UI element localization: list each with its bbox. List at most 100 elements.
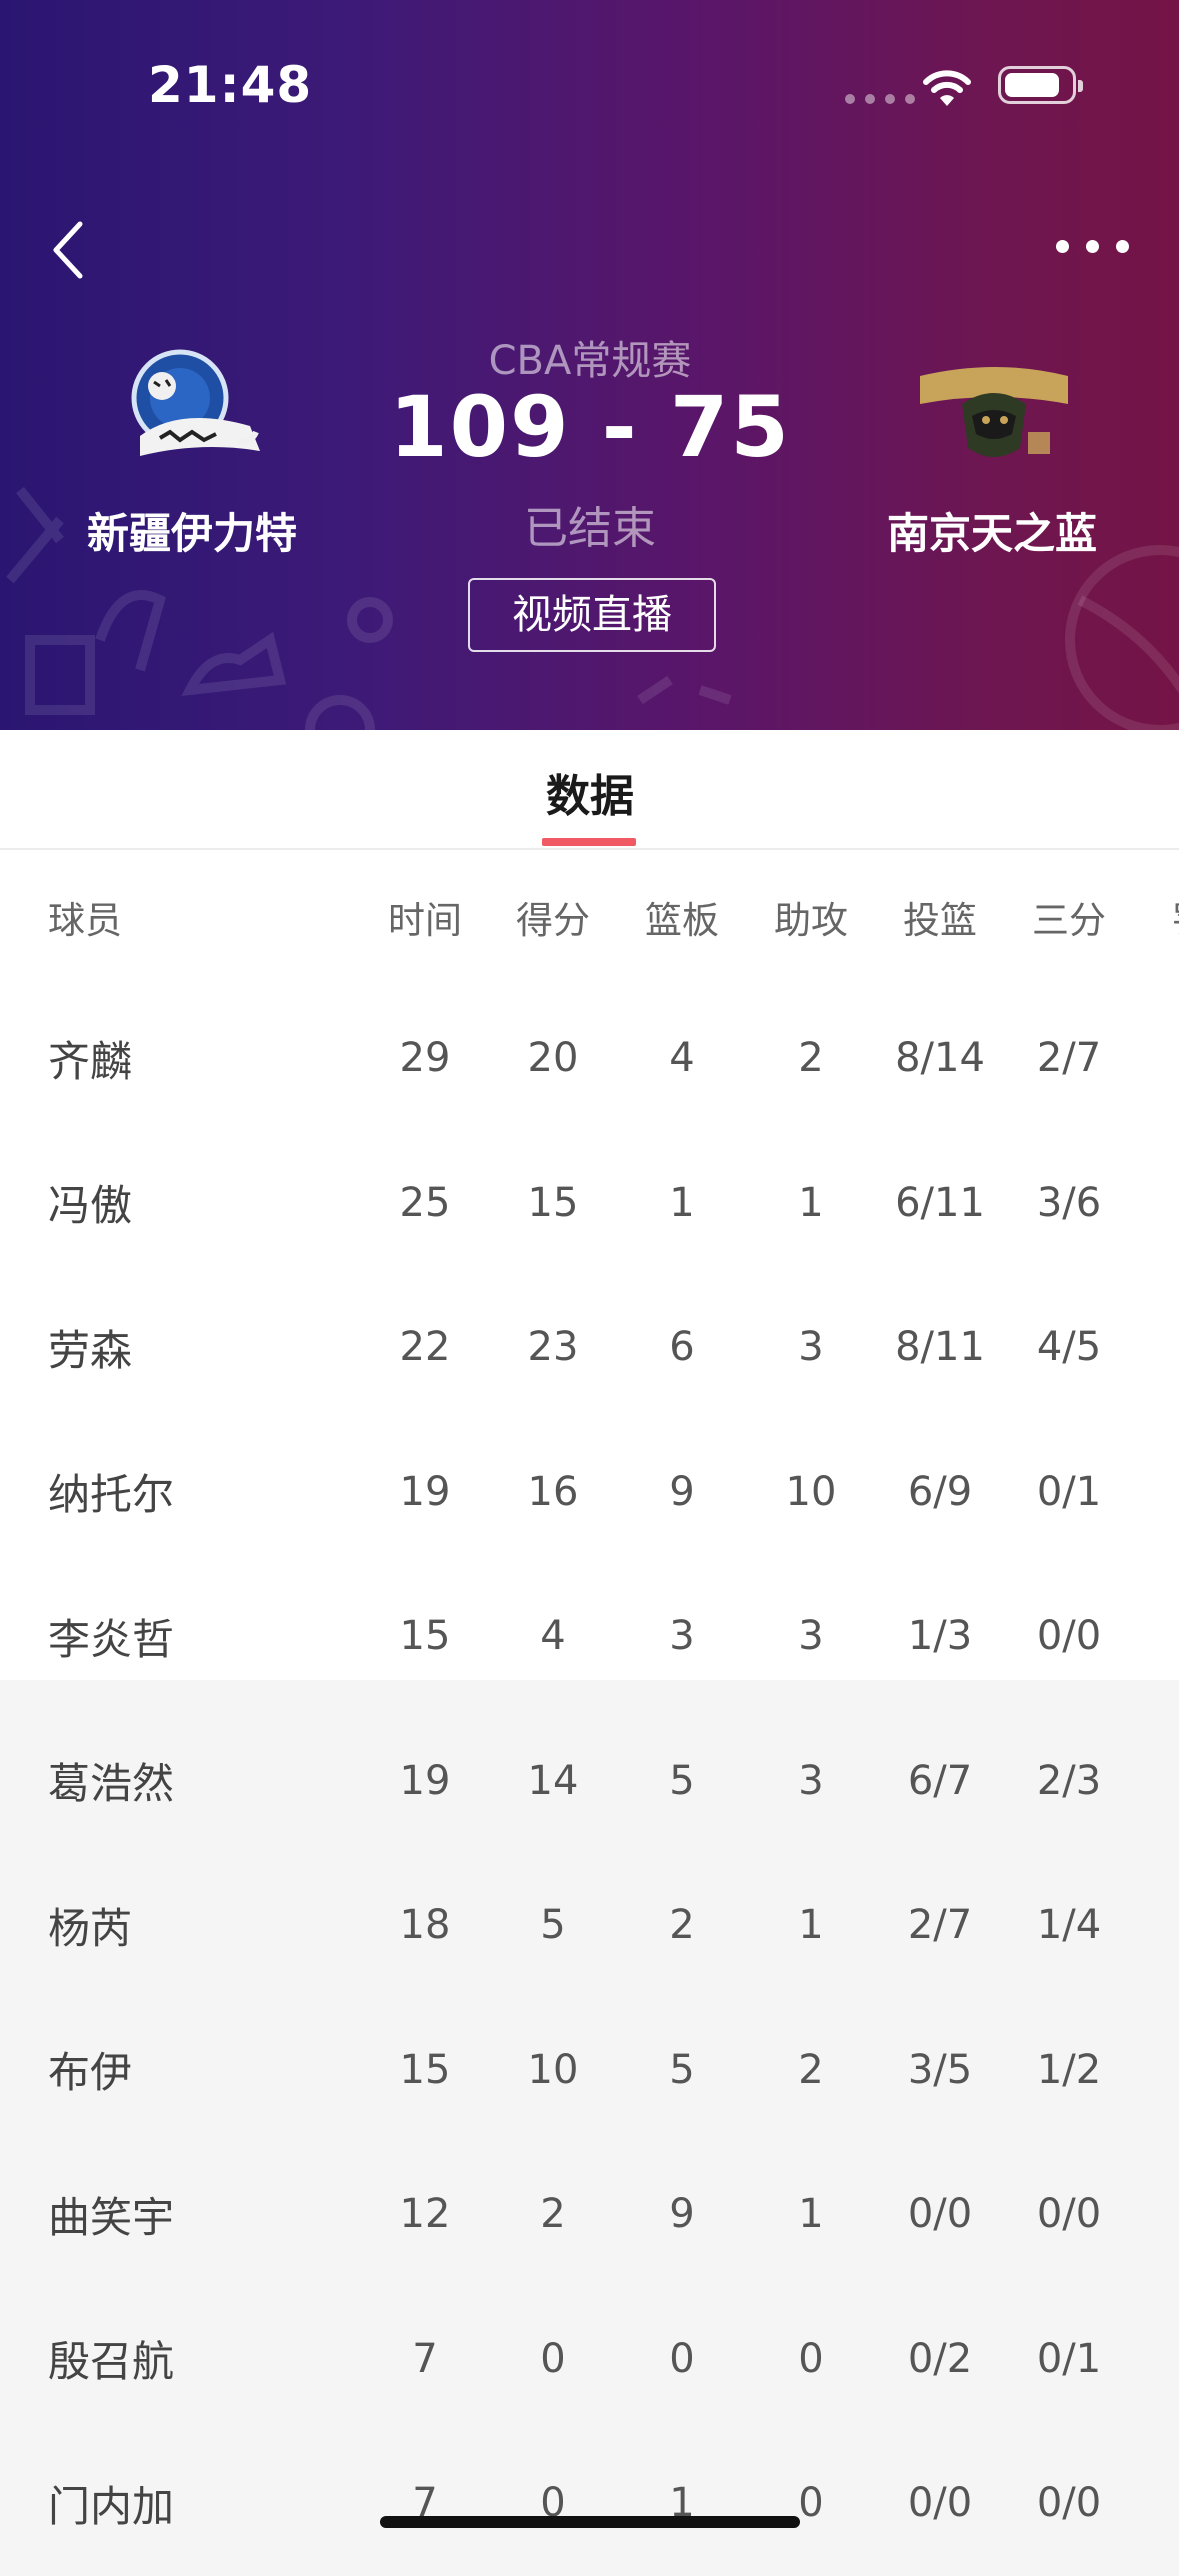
stat-cell: 0: [669, 2335, 695, 2382]
status-time: 21:48: [148, 56, 313, 114]
player-name: 葛浩然: [48, 1759, 175, 1809]
table-row: 纳托尔 19 16 9 10 6/9 0/1 4: [0, 1420, 1179, 1565]
stat-cell: 3: [798, 1324, 824, 1371]
stat-cell: 1: [798, 1902, 824, 1949]
stat-cell: 1/3: [907, 1613, 973, 1660]
stat-cell: 3: [669, 1613, 695, 1660]
column-header: 篮板: [645, 899, 719, 942]
stat-cell: 0/0: [1036, 1613, 1102, 1660]
away-team-name: 南京天之蓝: [886, 509, 1097, 558]
player-name: 冯傲: [48, 1181, 133, 1231]
stat-cell: 2: [1130, 1564, 1179, 1709]
column-header: 得分: [516, 899, 590, 942]
stat-cell: 12: [399, 2191, 451, 2238]
stat-cell: 0: [540, 2335, 566, 2382]
stat-cell: 10: [527, 2046, 579, 2093]
stat-cell: 0: [1130, 1131, 1179, 1276]
stat-cell: 2: [669, 1902, 695, 1949]
stat-cell: 2/7: [907, 1902, 973, 1949]
stat-cell: 25: [399, 1179, 451, 1226]
stat-cell: 7: [412, 2335, 438, 2382]
stat-cell: 6/11: [895, 1179, 985, 1226]
player-name: 布伊: [48, 2048, 133, 2098]
battery-icon: [998, 66, 1083, 104]
player-name: 曲笑宇: [48, 2192, 175, 2242]
table-header-row: 球员 时间 得分 篮板 助攻 投篮 三分罚: [0, 848, 1179, 986]
stat-cell: 2: [1130, 986, 1179, 1131]
cellular-signal-icon: [845, 94, 915, 104]
tab-bar: 数据: [0, 730, 1179, 850]
home-team-name: 新疆伊力特: [86, 509, 297, 558]
stat-cell: 0/0: [1036, 2480, 1102, 2527]
match-header: 21:48 新疆伊力特 南京天之蓝 CBA常规赛 109 - 75 已结束 视频…: [0, 0, 1179, 730]
player-stats-table: 球员时间得分篮板助攻投篮三分罚齐麟2920428/142/72冯傲2515116…: [0, 848, 1179, 2576]
stat-cell: 6/7: [907, 1757, 973, 1804]
stat-cell: 3: [1130, 1998, 1179, 2143]
stat-cell: 4: [1130, 1420, 1179, 1565]
stat-cell: 1: [669, 1179, 695, 1226]
live-video-button[interactable]: 视频直播: [468, 578, 716, 652]
stat-cell: 6/9: [907, 1468, 973, 1515]
stat-cell: 5: [669, 1757, 695, 1804]
stat-cell: 3/6: [1036, 1179, 1102, 1226]
player-name: 杨芮: [48, 1903, 133, 1953]
stat-cell: 19: [399, 1757, 451, 1804]
stat-cell: 3: [798, 1613, 824, 1660]
stat-cell: 7: [412, 2480, 438, 2527]
stat-cell: 0: [1130, 1853, 1179, 1998]
stat-cell: 4/5: [1036, 1324, 1102, 1371]
tab-stats[interactable]: 数据: [490, 760, 690, 824]
table-row: 殷召航 7 0 0 0 0/2 0/1 0: [0, 2286, 1179, 2432]
table-row: 布伊 15 10 5 2 3/5 1/2 3: [0, 1997, 1179, 2143]
stat-cell: 6: [669, 1324, 695, 1371]
home-indicator[interactable]: [380, 2516, 800, 2528]
stat-cell: 29: [399, 1035, 451, 1082]
stat-cell: 2: [798, 2046, 824, 2093]
column-header: 罚: [1130, 848, 1179, 986]
more-options-icon[interactable]: [1056, 226, 1142, 266]
column-header: 时间: [388, 899, 462, 942]
match-status: 已结束: [524, 503, 656, 554]
stat-cell: 5: [669, 2046, 695, 2093]
stat-cell: 20: [527, 1035, 579, 1082]
player-name: 齐麟: [48, 1036, 133, 1086]
stat-cell: 0: [1130, 2287, 1179, 2432]
stat-cell: 0: [798, 2480, 824, 2527]
stat-cell: 19: [399, 1468, 451, 1515]
stat-cell: 0: [1130, 2431, 1179, 2576]
stat-cell: 9: [669, 2191, 695, 2238]
stat-cell: 10: [785, 1468, 837, 1515]
column-header-player: 球员: [48, 899, 122, 942]
table-row: 葛浩然 19 14 5 3 6/7 2/3 0: [0, 1708, 1179, 1853]
stat-cell: 3: [1130, 1275, 1179, 1420]
stat-cell: 1: [798, 2191, 824, 2238]
table-row: 曲笑宇 12 2 9 1 0/0 0/0 2: [0, 2142, 1179, 2287]
stat-cell: 4: [540, 1613, 566, 1660]
back-arrow-icon[interactable]: [44, 214, 100, 286]
table-row: 门内加 7 0 1 0 0/0 0/0 0: [0, 2431, 1179, 2576]
stat-cell: 1: [798, 1179, 824, 1226]
stat-cell: 2: [1130, 2142, 1179, 2287]
player-name: 纳托尔: [48, 1470, 175, 1520]
stat-cell: 0/0: [907, 2480, 973, 2527]
stat-cell: 14: [527, 1757, 579, 1804]
away-team-logo: [920, 367, 1068, 457]
player-name: 门内加: [48, 2481, 175, 2531]
stat-cell: 2: [540, 2191, 566, 2238]
stat-cell: 0: [540, 2480, 566, 2527]
table-row: 杨芮 18 5 2 1 2/7 1/4 0: [0, 1853, 1179, 1998]
stat-cell: 15: [527, 1179, 579, 1226]
stat-cell: 5: [540, 1902, 566, 1949]
table-row: 劳森 22 23 6 3 8/11 4/5 3: [0, 1275, 1179, 1420]
column-header: 三分: [1032, 899, 1106, 942]
stat-cell: 2/3: [1036, 1757, 1102, 1804]
stat-cell: 23: [527, 1324, 579, 1371]
stat-cell: 0/0: [907, 2191, 973, 2238]
match-score: 109 - 75: [389, 378, 791, 476]
column-header: 投篮: [903, 899, 977, 942]
stat-cell: 1: [669, 2480, 695, 2527]
stat-cell: 0/0: [1036, 2191, 1102, 2238]
stat-cell: 8/14: [895, 1035, 985, 1082]
tab-active-indicator: [542, 838, 636, 846]
player-name: 殷召航: [48, 2337, 175, 2387]
